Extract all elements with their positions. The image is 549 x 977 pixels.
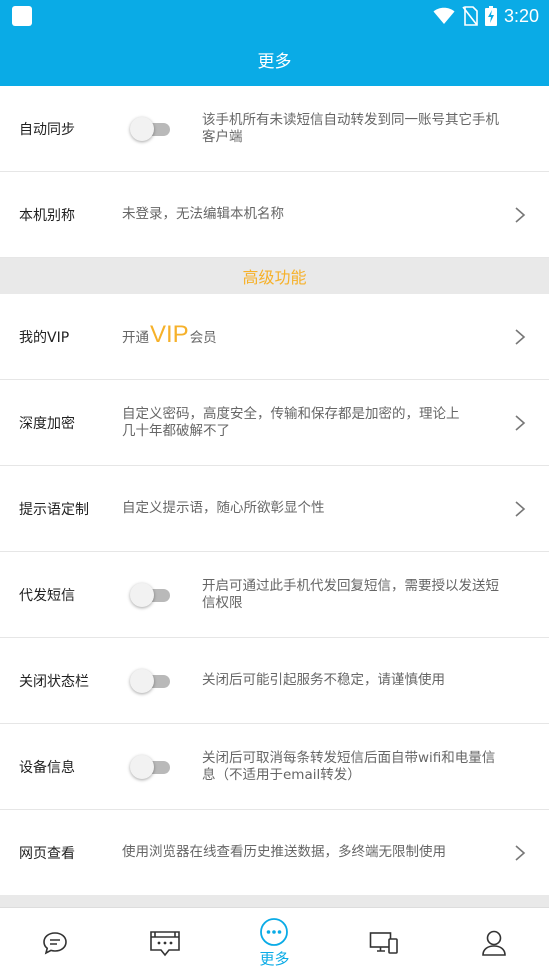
settings-list: 自动同步 该手机所有未读短信自动转发到同一账号其它手机 客户端 本机别称 未登录… (0, 86, 549, 896)
desc-line: 客户端 (202, 128, 243, 145)
device-info-desc: 关闭后可取消每条转发短信后面自带wifi和电量信 息（不适用于email转发） (202, 724, 527, 809)
auto-sync-row: 自动同步 该手机所有未读短信自动转发到同一账号其它手机 客户端 (0, 86, 549, 172)
prompt-custom-label: 提示语定制 (19, 501, 89, 518)
desc-line: 未登录，无法编辑本机名称 (122, 206, 284, 222)
web-view-desc: 使用浏览器在线查看历史推送数据，多终端无限制使用 (122, 810, 489, 895)
desc-line: 使用浏览器在线查看历史推送数据，多终端无限制使用 (122, 844, 446, 860)
no-sim-icon (462, 6, 478, 26)
section-title: 高级功能 (242, 268, 307, 287)
section-header-advanced: 高级功能 (0, 258, 549, 294)
chevron-right-icon (515, 414, 526, 431)
close-statusbar-desc: 关闭后可能引起服务不稳定，请谨慎使用 (202, 638, 527, 723)
battery-charging-icon (484, 6, 497, 26)
device-info-label: 设备信息 (19, 759, 75, 776)
auto-sync-label: 自动同步 (19, 121, 75, 138)
device-alias-desc: 未登录，无法编辑本机名称 (122, 172, 489, 257)
desc-line: 关闭后可能引起服务不稳定，请谨慎使用 (202, 672, 445, 688)
close-statusbar-toggle[interactable] (130, 668, 172, 693)
vip-highlight: VIP (150, 321, 189, 348)
chevron-right-icon (515, 500, 526, 517)
chevron-right-icon (515, 206, 526, 223)
device-alias-row[interactable]: 本机别称 未登录，无法编辑本机名称 (0, 172, 549, 258)
my-vip-desc: 开通 VIP 会员 (122, 294, 489, 379)
device-info-toggle[interactable] (130, 754, 172, 779)
tab-more-label: 更多 (259, 949, 290, 968)
status-bar: 3:20 (0, 0, 549, 32)
desc-line: 信权限 (202, 594, 243, 611)
proxy-sms-desc: 开启可通过此手机代发回复短信，需要授以发送短 信权限 (202, 552, 527, 637)
chevron-right-icon (515, 844, 526, 861)
vip-prefix: 开通 (122, 330, 149, 346)
desc-line: 自定义密码，高度安全，传输和保存都是加密的，理论上 (122, 405, 460, 422)
proxy-sms-label: 代发短信 (19, 587, 75, 604)
user-icon (482, 930, 506, 956)
desc-line: 息（不适用于email转发） (202, 766, 361, 783)
my-vip-label: 我的VIP (19, 329, 70, 346)
tab-more[interactable]: 更多 (220, 908, 330, 977)
close-statusbar-row: 关闭状态栏 关闭后可能引起服务不稳定，请谨慎使用 (0, 638, 549, 724)
web-view-label: 网页查看 (19, 845, 75, 862)
my-vip-row[interactable]: 我的VIP 开通 VIP 会员 (0, 294, 549, 380)
messages-icon (149, 930, 180, 956)
auto-sync-toggle[interactable] (130, 116, 172, 141)
prompt-custom-desc: 自定义提示语，随心所欲彰显个性 (122, 466, 489, 551)
vip-suffix: 会员 (189, 330, 217, 346)
tab-chat[interactable] (0, 908, 110, 977)
chat-bubble-icon (43, 931, 67, 955)
section-header-partial (0, 895, 549, 907)
device-info-row: 设备信息 关闭后可取消每条转发短信后面自带wifi和电量信 息（不适用于emai… (0, 724, 549, 810)
desc-line: 开启可通过此手机代发回复短信，需要授以发送短 (202, 577, 499, 594)
proxy-sms-toggle[interactable] (130, 582, 172, 607)
prompt-custom-row[interactable]: 提示语定制 自定义提示语，随心所欲彰显个性 (0, 466, 549, 552)
tab-devices[interactable] (329, 908, 439, 977)
desc-line: 该手机所有未读短信自动转发到同一账号其它手机 (202, 111, 499, 128)
close-statusbar-label: 关闭状态栏 (19, 673, 89, 690)
notification-icon (12, 6, 32, 26)
status-icons: 3:20 (433, 5, 539, 27)
tab-messages[interactable] (110, 908, 220, 977)
bottom-tab-bar: 更多 (0, 907, 549, 977)
chevron-right-icon (515, 328, 526, 345)
title-bar: 更多 (0, 32, 549, 86)
desc-line: 自定义提示语，随心所欲彰显个性 (122, 500, 325, 516)
status-time: 3:20 (503, 5, 539, 26)
deep-encryption-label: 深度加密 (19, 415, 75, 432)
wifi-icon (433, 7, 455, 24)
auto-sync-desc: 该手机所有未读短信自动转发到同一账号其它手机 客户端 (202, 86, 527, 171)
tab-profile[interactable] (439, 908, 549, 977)
page-title: 更多 (257, 51, 292, 72)
deep-encryption-row[interactable]: 深度加密 自定义密码，高度安全，传输和保存都是加密的，理论上 几十年都破解不了 (0, 380, 549, 466)
deep-encryption-desc: 自定义密码，高度安全，传输和保存都是加密的，理论上 几十年都破解不了 (122, 380, 489, 465)
device-alias-label: 本机别称 (19, 207, 75, 224)
desc-line: 几十年都破解不了 (122, 422, 230, 439)
more-icon (260, 917, 289, 946)
proxy-sms-row: 代发短信 开启可通过此手机代发回复短信，需要授以发送短 信权限 (0, 552, 549, 638)
devices-icon (369, 931, 399, 954)
web-view-row[interactable]: 网页查看 使用浏览器在线查看历史推送数据，多终端无限制使用 (0, 810, 549, 896)
desc-line: 关闭后可取消每条转发短信后面自带wifi和电量信 (202, 749, 496, 766)
